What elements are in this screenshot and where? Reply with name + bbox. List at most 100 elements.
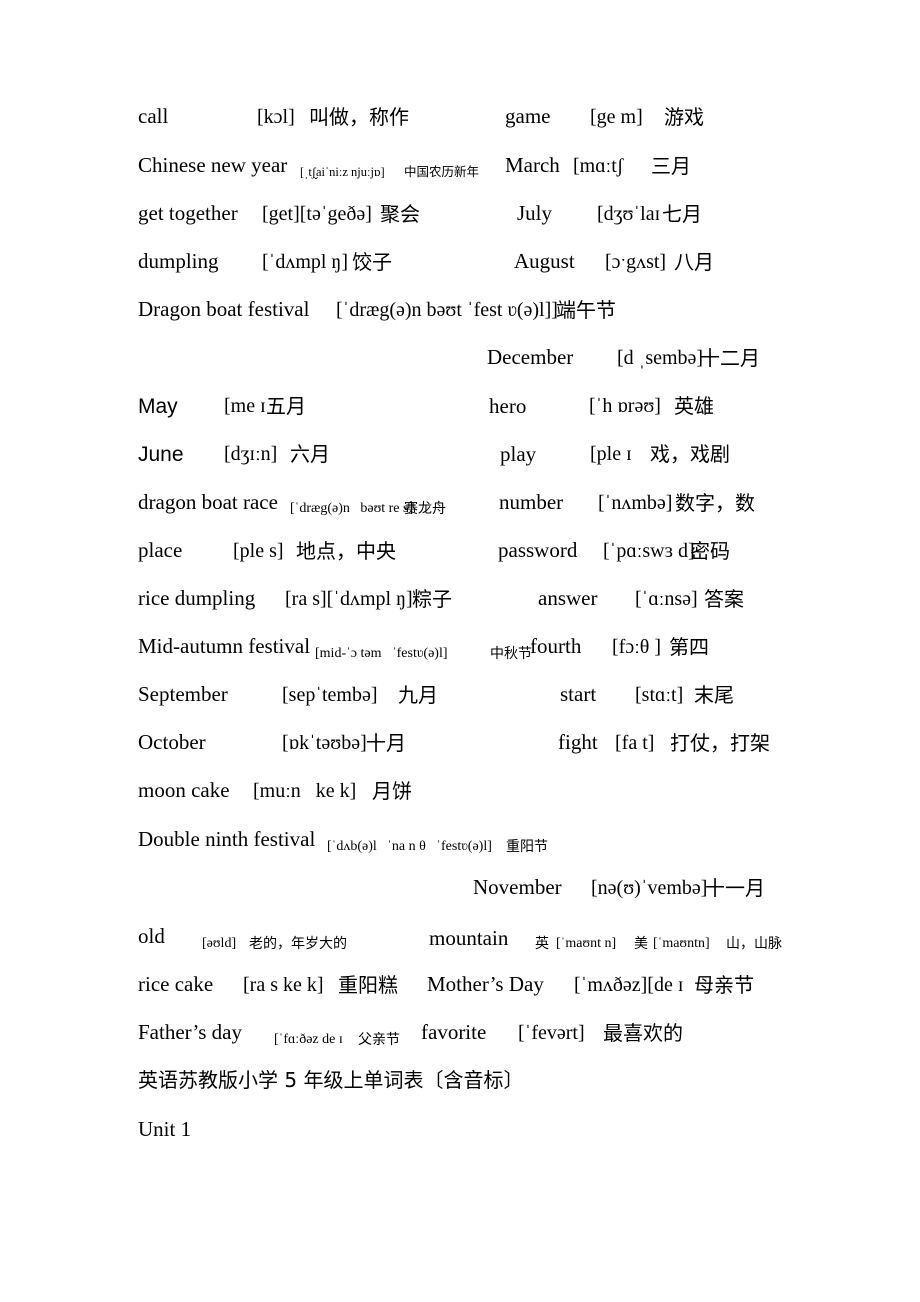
word-dragon-boat-festival: Dragon boat festival — [138, 297, 310, 321]
translation-answer: 答案 — [704, 587, 744, 611]
ipa-march: [mɑːtʃ — [573, 155, 624, 177]
translation-october: 十月 — [366, 731, 406, 755]
ipa-place: [ple s] — [233, 540, 284, 562]
word-may: May — [138, 395, 178, 418]
ipa-old: [əʊld] — [202, 936, 237, 951]
translation-fight: 打仗，打架 — [670, 731, 770, 755]
translation-play: 戏，戏剧 — [650, 442, 730, 466]
label-mountain-us: 美 — [634, 936, 648, 952]
ipa-rice-cake: [ra s ke k] — [243, 974, 324, 996]
ipa-number: [ˈnʌmbə] — [598, 492, 673, 514]
word-place: place — [138, 538, 183, 562]
ipa-game: [ge m] — [590, 106, 643, 128]
word-password: password — [498, 538, 578, 562]
ipa-double-ninth-festival: [ˈdʌb(ə)l ˈna n θ ˈfestʋ(ə)l] — [327, 839, 492, 854]
ipa-mothers-day: [ˈmʌðəz][de ɪ — [574, 974, 684, 996]
translation-may: 五月 — [266, 394, 306, 418]
translation-rice-cake: 重阳糕 — [338, 973, 398, 997]
word-fathers-day: Father’s day — [138, 1020, 243, 1044]
word-favorite: favorite — [421, 1020, 487, 1044]
word-dragon-boat-race: dragon boat race — [138, 490, 278, 514]
translation-favorite: 最喜欢的 — [603, 1021, 683, 1045]
ipa-august: [ɔˑgʌst] — [605, 251, 667, 273]
ipa-mountain-us: [ˈmaʊntn] — [653, 936, 710, 951]
ipa-mountain-uk: [ˈmaʊnt n] — [556, 936, 617, 951]
ipa-fathers-day: [ˈfɑːðəz de ɪ — [274, 1032, 343, 1047]
word-september: September — [138, 682, 228, 706]
word-mid-autumn-festival: Mid-autumn festival — [138, 634, 311, 658]
translation-number: 数字，数 — [675, 491, 755, 515]
word-start: start — [560, 682, 597, 706]
translation-place: 地点，中央 — [296, 539, 396, 563]
document-page: call [kɔl] 叫做，称作 game [ge m] 游戏 Chinese … — [0, 0, 920, 1302]
translation-game: 游戏 — [664, 105, 704, 129]
translation-december: 十二月 — [700, 346, 760, 370]
ipa-fourth: [fɔːθ ] — [612, 636, 661, 658]
word-double-ninth-festival: Double ninth festival — [138, 827, 316, 851]
word-november: November — [473, 875, 562, 899]
ipa-mid-autumn-festival: [mid-ˈɔ təm ˈfestʋ(ə)l] — [315, 646, 448, 661]
translation-chinese-new-year: 中国农历新年 — [404, 164, 480, 179]
ipa-may: [me ɪ — [224, 395, 266, 417]
translation-mountain: 山，山脉 — [726, 936, 782, 952]
ipa-favorite: [ˈfevərt] — [518, 1022, 585, 1044]
translation-dragon-boat-race: 赛龙舟 — [404, 501, 446, 517]
word-old: old — [138, 924, 165, 948]
translation-start: 末尾 — [694, 683, 734, 707]
translation-november: 十一月 — [705, 876, 765, 900]
translation-hero: 英雄 — [674, 394, 714, 418]
word-july: July — [517, 201, 553, 225]
word-play: play — [500, 442, 537, 466]
word-october: October — [138, 730, 206, 754]
ipa-password: [ˈpɑːswɜ d] — [603, 540, 695, 562]
ipa-dragon-boat-festival: [ˈdræg(ə)n bəʊt ˈfest ʋ(ə)l]] — [336, 299, 558, 321]
ipa-dumpling: [ˈdʌmpl ŋ] — [262, 251, 348, 273]
word-rice-cake: rice cake — [138, 972, 214, 996]
word-mountain: mountain — [429, 926, 509, 950]
word-call: call — [138, 104, 169, 128]
translation-dumpling: 饺子 — [352, 250, 392, 274]
word-mothers-day: Mother’s Day — [427, 972, 544, 996]
translation-march: 三月 — [651, 154, 691, 178]
translation-old: 老的，年岁大的 — [249, 936, 347, 952]
word-chinese-new-year: Chinese new year — [138, 153, 288, 177]
unit-label: Unit 1 — [138, 1117, 192, 1141]
ipa-get-together: [get][təˈgeðə] — [262, 203, 372, 225]
ipa-rice-dumpling: [ra s][ˈdʌmpl ŋ] — [285, 588, 413, 610]
translation-double-ninth-festival: 重阳节 — [506, 839, 548, 855]
translation-fourth: 第四 — [669, 635, 709, 659]
word-june: June — [138, 443, 184, 466]
ipa-december: [d ˌsembə] — [617, 347, 704, 369]
translation-call: 叫做，称作 — [309, 105, 409, 129]
ipa-september: [sepˈtembə] — [282, 684, 378, 706]
translation-august: 八月 — [674, 250, 714, 274]
translation-rice-dumpling: 粽子 — [412, 587, 452, 611]
translation-june: 六月 — [290, 442, 330, 466]
word-august: August — [514, 249, 575, 273]
ipa-june: [dʒɪːn] — [224, 443, 278, 465]
word-march: March — [505, 153, 560, 177]
word-number: number — [499, 490, 564, 514]
ipa-start: [stɑːt] — [635, 684, 684, 706]
word-fight: fight — [558, 730, 598, 754]
word-rice-dumpling: rice dumpling — [138, 586, 256, 610]
ipa-play: [ple ɪ — [590, 443, 632, 465]
translation-mothers-day: 母亲节 — [694, 973, 754, 997]
word-answer: answer — [538, 586, 598, 610]
ipa-july: [dʒʊˈlaɪ — [597, 203, 661, 225]
translation-september: 九月 — [398, 683, 438, 707]
translation-password: 密码 — [690, 539, 730, 563]
translation-get-together: 聚会 — [380, 202, 420, 226]
ipa-chinese-new-year: [ˌtʃ̬aiˈniːz njuːjɒ] — [300, 165, 385, 179]
translation-fathers-day: 父亲节 — [358, 1032, 400, 1048]
document-title-line: 英语苏教版小学 5 年级上单词表〔含音标〕 — [138, 1068, 524, 1092]
word-fourth: fourth — [530, 634, 582, 658]
ipa-november: [nə(ʊ)ˈvembə] — [591, 877, 708, 899]
word-game: game — [505, 104, 551, 128]
translation-dragon-boat-festival: 端午节 — [556, 298, 616, 322]
ipa-october: [ɒkˈtəʊbə] — [282, 732, 367, 754]
translation-moon-cake: 月饼 — [372, 779, 412, 803]
ipa-call: [kɔl] — [257, 106, 295, 128]
ipa-moon-cake: [muːn ke k] — [253, 780, 357, 802]
ipa-dragon-boat-race: [ˈdræg(ə)n bəʊt re s] — [290, 501, 414, 516]
